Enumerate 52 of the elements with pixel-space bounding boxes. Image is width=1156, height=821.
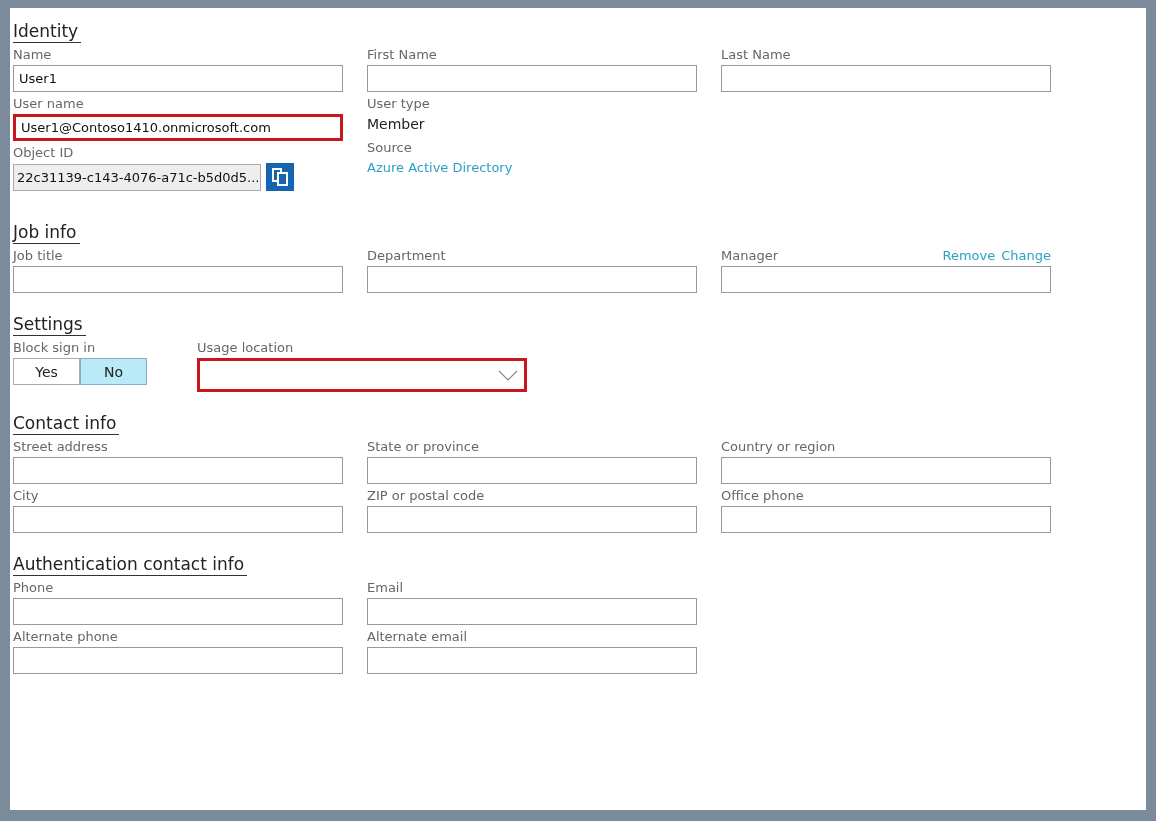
field-label: Job title bbox=[13, 248, 63, 263]
copy-button[interactable] bbox=[266, 163, 294, 191]
text-field[interactable] bbox=[13, 266, 343, 293]
text-field[interactable] bbox=[367, 506, 697, 533]
text-field[interactable]: User1 bbox=[13, 65, 343, 92]
text-field[interactable] bbox=[367, 457, 697, 484]
text-field[interactable] bbox=[13, 598, 343, 625]
field-label: Name bbox=[13, 47, 52, 62]
text-field[interactable] bbox=[13, 457, 343, 484]
field-label: Phone bbox=[13, 580, 54, 595]
toggle-option[interactable]: Yes bbox=[13, 358, 80, 385]
field-label: ZIP or postal code bbox=[367, 488, 485, 503]
text-field[interactable] bbox=[13, 506, 343, 533]
field-label: City bbox=[13, 488, 39, 503]
text-field[interactable] bbox=[367, 598, 697, 625]
text-field[interactable] bbox=[721, 506, 1051, 533]
field-label: Source bbox=[367, 140, 412, 155]
text-field[interactable] bbox=[721, 266, 1051, 293]
field-label: Office phone bbox=[721, 488, 804, 503]
chevron-down-icon bbox=[498, 369, 518, 381]
section-heading: Settings bbox=[13, 313, 86, 336]
section-heading: Job info bbox=[13, 221, 80, 244]
section-heading: Identity bbox=[13, 20, 82, 43]
field-label: User name bbox=[13, 96, 84, 111]
text-field[interactable] bbox=[13, 647, 343, 674]
text-field[interactable] bbox=[721, 65, 1051, 92]
field-label: Object ID bbox=[13, 145, 74, 160]
object-id-field[interactable]: 22c31139-c143-4076-a71c-b5d0d5... bbox=[13, 163, 261, 191]
field-label: User type bbox=[367, 96, 430, 111]
text-field[interactable] bbox=[367, 65, 697, 92]
dropdown-field[interactable] bbox=[197, 358, 527, 392]
field-label: Country or region bbox=[721, 439, 836, 454]
text-field[interactable] bbox=[367, 266, 697, 293]
field-label: Block sign in bbox=[13, 340, 96, 355]
field-label: Alternate email bbox=[367, 629, 467, 644]
user-type-value: Member bbox=[367, 115, 426, 134]
section-heading: Authentication contact info bbox=[13, 553, 248, 576]
field-label: Last Name bbox=[721, 47, 791, 62]
text-field[interactable] bbox=[367, 647, 697, 674]
text-field[interactable]: User1@Contoso1410.onmicrosoft.com bbox=[13, 114, 343, 141]
field-label: Alternate phone bbox=[13, 629, 118, 644]
copy-icon bbox=[271, 167, 289, 187]
field-label: Street address bbox=[13, 439, 108, 454]
field-label: State or province bbox=[367, 439, 479, 454]
field-label: Usage location bbox=[197, 340, 294, 355]
field-label: Department bbox=[367, 248, 446, 263]
field-label: Manager bbox=[721, 248, 778, 263]
text-field[interactable] bbox=[721, 457, 1051, 484]
toggle-option[interactable]: No bbox=[80, 358, 147, 385]
section-heading: Contact info bbox=[13, 412, 120, 435]
field-label: Email bbox=[367, 580, 404, 595]
field-label: First Name bbox=[367, 47, 437, 62]
